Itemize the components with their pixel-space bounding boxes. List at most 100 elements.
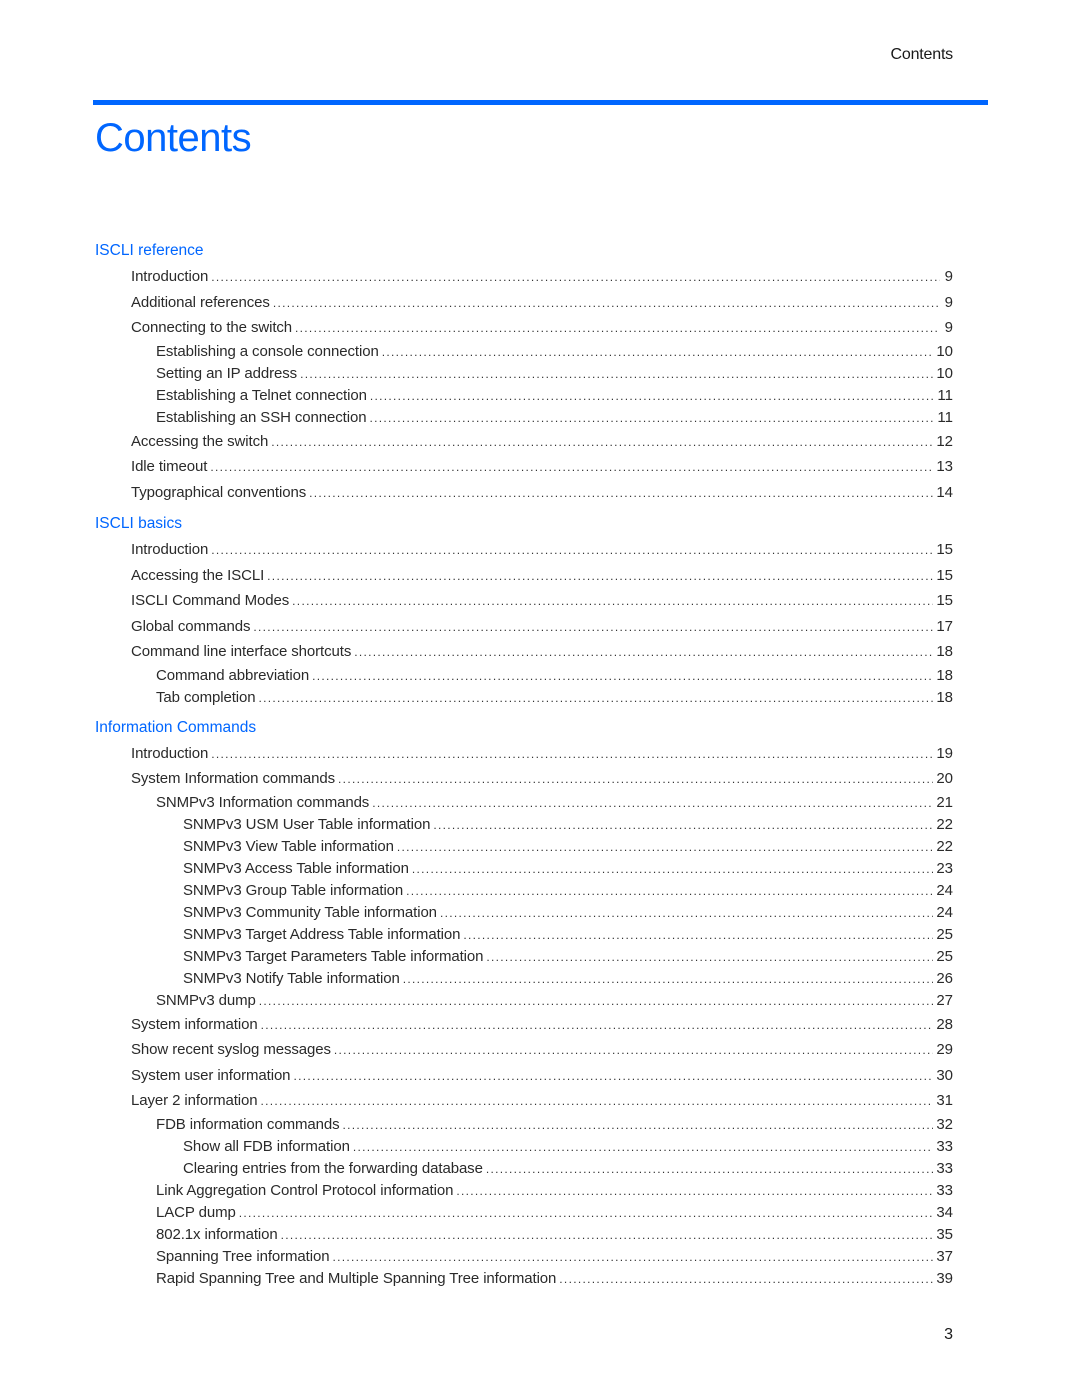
- toc-entry[interactable]: Clearing entries from the forwarding dat…: [95, 1158, 953, 1180]
- dot-leader: [353, 1136, 933, 1158]
- toc-entry[interactable]: Connecting to the switch 9: [95, 315, 953, 341]
- toc-entry[interactable]: Additional references 9: [95, 290, 953, 316]
- toc-entry[interactable]: LACP dump 34: [95, 1202, 953, 1224]
- toc-entry[interactable]: Global commands 17: [95, 614, 953, 640]
- toc-entry[interactable]: Establishing an SSH connection 11: [95, 407, 953, 429]
- toc-entry-page-number: 39: [936, 1269, 953, 1287]
- dot-leader: [293, 1064, 933, 1089]
- toc-entry-page-number: 24: [936, 903, 953, 921]
- toc-entry-label: Command line interface shortcuts: [131, 643, 352, 660]
- toc-entry[interactable]: Show recent syslog messages 29: [95, 1037, 953, 1063]
- toc-entry[interactable]: SNMPv3 Access Table information 23: [95, 858, 953, 880]
- toc-entry-label: Spanning Tree information: [156, 1247, 330, 1265]
- toc-entry-page-number: 9: [944, 268, 953, 285]
- toc-entry-page-number: 22: [936, 837, 953, 855]
- page-title: Contents: [95, 116, 252, 160]
- toc-entry[interactable]: Introduction 9: [95, 264, 953, 290]
- toc-entry[interactable]: FDB information commands 32: [95, 1114, 953, 1136]
- toc-entry-page-number: 25: [936, 947, 953, 965]
- toc-entry[interactable]: Layer 2 information 31: [95, 1088, 953, 1114]
- toc-entry-label: Establishing a console connection: [156, 342, 379, 360]
- toc-entry-page-number: 9: [944, 293, 953, 311]
- toc-entry[interactable]: System information 28: [95, 1012, 953, 1038]
- toc-entry-label: Accessing the switch: [131, 432, 269, 450]
- dot-leader: [295, 316, 940, 341]
- dot-leader: [372, 792, 933, 814]
- toc-entry-label: SNMPv3 Group Table information: [183, 881, 404, 899]
- dot-leader: [406, 880, 933, 902]
- toc-entry[interactable]: SNMPv3 Community Table information 24: [95, 902, 953, 924]
- toc-entry-label: SNMPv3 Notify Table information: [183, 969, 400, 987]
- toc-entry-page-number: 26: [936, 969, 953, 987]
- toc-entry-label: Command abbreviation: [156, 666, 310, 684]
- toc-entry-page-number: 18: [936, 666, 953, 684]
- toc-section-heading[interactable]: Information Commands: [95, 715, 953, 741]
- toc-entry-label: SNMPv3 Access Table information: [183, 859, 409, 877]
- toc-entry[interactable]: System user information 30: [95, 1063, 953, 1089]
- toc-entry[interactable]: Command abbreviation 18: [95, 665, 953, 687]
- toc-entry[interactable]: SNMPv3 View Table information 22: [95, 836, 953, 858]
- toc-entry[interactable]: Command line interface shortcuts 18: [95, 639, 953, 665]
- toc-entry[interactable]: 802.1x information 35: [95, 1224, 953, 1246]
- toc-entry[interactable]: Show all FDB information 33: [95, 1136, 953, 1158]
- dot-leader: [210, 455, 933, 480]
- dot-leader: [292, 589, 933, 614]
- dot-leader: [300, 363, 933, 385]
- toc-entry[interactable]: Establishing a console connection 10: [95, 341, 953, 363]
- toc-entry-page-number: 15: [936, 566, 953, 584]
- toc-entry-label: System information: [131, 1015, 258, 1033]
- toc-entry[interactable]: System Information commands 20: [95, 766, 953, 792]
- dot-leader: [309, 481, 933, 506]
- toc-entry-label: SNMPv3 USM User Table information: [183, 815, 431, 833]
- toc-entry-label: LACP dump: [156, 1203, 236, 1221]
- dot-leader: [211, 538, 933, 563]
- toc-entry[interactable]: Typographical conventions 14: [95, 480, 953, 506]
- toc-entry[interactable]: SNMPv3 dump 27: [95, 990, 953, 1012]
- toc-entry-page-number: 25: [936, 925, 953, 943]
- toc-entry-page-number: 11: [937, 408, 953, 426]
- toc-entry[interactable]: Setting an IP address 10: [95, 363, 953, 385]
- dot-leader: [261, 1013, 934, 1038]
- toc-entry[interactable]: Tab completion 18: [95, 687, 953, 709]
- toc-entry[interactable]: Idle timeout 13: [95, 454, 953, 480]
- toc-entry[interactable]: Introduction 19: [95, 741, 953, 767]
- toc-entry[interactable]: Accessing the switch 12: [95, 429, 953, 455]
- toc-entry-page-number: 17: [936, 617, 953, 635]
- running-header: Contents: [890, 46, 954, 63]
- dot-leader: [486, 1158, 933, 1180]
- toc-entry[interactable]: ISCLI Command Modes 15: [95, 588, 953, 614]
- dot-leader: [370, 385, 935, 407]
- toc-entry-page-number: 22: [936, 815, 953, 833]
- dot-leader: [456, 1180, 933, 1202]
- toc-entry[interactable]: Establishing a Telnet connection 11: [95, 385, 953, 407]
- toc-entry-label: Connecting to the switch: [131, 319, 293, 336]
- toc-entry[interactable]: SNMPv3 USM User Table information 22: [95, 814, 953, 836]
- toc-entry[interactable]: SNMPv3 Target Parameters Table informati…: [95, 946, 953, 968]
- toc-entry[interactable]: Link Aggregation Control Protocol inform…: [95, 1180, 953, 1202]
- toc-entry-label: Clearing entries from the forwarding dat…: [183, 1159, 483, 1177]
- toc-entry[interactable]: SNMPv3 Notify Table information 26: [95, 968, 953, 990]
- toc-entry-label: 802.1x information: [156, 1225, 278, 1243]
- toc-entry[interactable]: SNMPv3 Information commands 21: [95, 792, 953, 814]
- toc-section-heading[interactable]: ISCLI reference: [95, 238, 953, 264]
- toc-entry-label: SNMPv3 Information commands: [156, 793, 370, 811]
- toc-entry-page-number: 9: [944, 319, 953, 336]
- toc-entry[interactable]: SNMPv3 Group Table information 24: [95, 880, 953, 902]
- toc-entry-label: System user information: [131, 1066, 291, 1084]
- toc-entry[interactable]: Introduction 15: [95, 537, 953, 563]
- toc-entry[interactable]: Spanning Tree information 37: [95, 1246, 953, 1268]
- dot-leader: [267, 564, 933, 589]
- dot-leader: [332, 1246, 933, 1268]
- dot-leader: [463, 924, 933, 946]
- toc-entry-page-number: 34: [936, 1203, 953, 1221]
- dot-leader: [259, 990, 934, 1012]
- toc-entry[interactable]: Accessing the ISCLI 15: [95, 563, 953, 589]
- dot-leader: [273, 291, 940, 316]
- toc-entry-label: Tab completion: [156, 688, 256, 706]
- toc-entry[interactable]: Rapid Spanning Tree and Multiple Spannin…: [95, 1268, 953, 1290]
- toc-entry-page-number: 18: [936, 688, 953, 706]
- toc-entry[interactable]: SNMPv3 Target Address Table information 2…: [95, 924, 953, 946]
- toc-entry-label: Accessing the ISCLI: [131, 566, 265, 584]
- toc-section-heading[interactable]: ISCLI basics: [95, 511, 953, 537]
- toc-section: Information Commands Introduction 19 System…: [95, 715, 953, 1290]
